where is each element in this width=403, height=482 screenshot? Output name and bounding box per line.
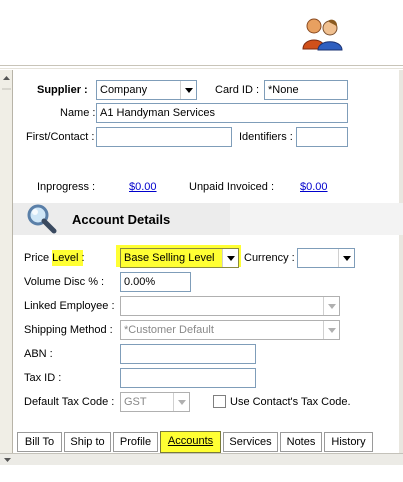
chevron-down-icon[interactable] bbox=[323, 297, 339, 315]
price-level-value: Base Selling Level bbox=[124, 252, 215, 264]
shipping-method-label: Shipping Method : bbox=[24, 324, 113, 336]
users-icon bbox=[300, 15, 348, 51]
shipping-method-select[interactable]: *Customer Default bbox=[120, 320, 340, 340]
first-contact-field[interactable] bbox=[96, 127, 232, 147]
use-contact-tax-checkbox[interactable] bbox=[213, 395, 226, 408]
use-contact-tax-label: Use Contact's Tax Code. bbox=[230, 396, 351, 408]
section-title: Account Details bbox=[72, 212, 171, 227]
tab-services[interactable]: Services bbox=[223, 432, 278, 452]
price-label-prefix: Price bbox=[24, 252, 53, 264]
tab-bill-to[interactable]: Bill To bbox=[17, 432, 62, 452]
default-tax-code-select[interactable]: GST bbox=[120, 392, 190, 412]
inprogress-link[interactable]: $0.00 bbox=[129, 181, 157, 193]
unpaid-invoiced-link[interactable]: $0.00 bbox=[300, 181, 328, 193]
abn-field[interactable] bbox=[120, 344, 256, 364]
price-label-suffix: : bbox=[78, 252, 85, 264]
chevron-down-icon[interactable] bbox=[323, 321, 339, 339]
volume-disc-value: 0.00% bbox=[124, 276, 156, 288]
footer bbox=[0, 465, 403, 482]
tab-notes[interactable]: Notes bbox=[280, 432, 322, 452]
header-divider bbox=[0, 65, 403, 66]
volume-disc-field[interactable]: 0.00% bbox=[120, 272, 191, 292]
vertical-scrollbar[interactable] bbox=[0, 70, 13, 464]
first-contact-label: First/Contact : bbox=[26, 131, 95, 143]
shipping-method-value: *Customer Default bbox=[124, 324, 214, 336]
scroll-up-arrow-icon[interactable] bbox=[2, 74, 11, 83]
tax-id-label: Tax ID : bbox=[24, 372, 62, 384]
tab-history[interactable]: History bbox=[324, 432, 373, 452]
linked-employee-select[interactable] bbox=[120, 296, 340, 316]
currency-select[interactable] bbox=[297, 248, 355, 268]
unpaid-invoiced-label: Unpaid Invoiced : bbox=[189, 181, 274, 193]
chevron-down-icon[interactable] bbox=[173, 393, 189, 411]
right-edge bbox=[399, 70, 403, 453]
card-id-field[interactable]: *None bbox=[264, 80, 348, 100]
scroll-track[interactable] bbox=[2, 88, 11, 90]
name-field[interactable]: A1 Handyman Services bbox=[96, 103, 348, 123]
inprogress-label: Inprogress : bbox=[37, 181, 96, 193]
tab-ship-to[interactable]: Ship to bbox=[64, 432, 111, 452]
currency-label: Currency : bbox=[244, 252, 295, 264]
name-label: Name : bbox=[60, 107, 96, 119]
chevron-down-icon[interactable] bbox=[338, 249, 354, 267]
card-id-label: Card ID : bbox=[215, 84, 260, 96]
chevron-down-icon[interactable] bbox=[222, 249, 238, 267]
section-header-band-fade bbox=[230, 203, 403, 235]
abn-label: ABN : bbox=[24, 348, 53, 360]
volume-disc-label: Volume Disc % : bbox=[24, 276, 105, 288]
magnifier-icon bbox=[26, 203, 58, 235]
header-divider-shadow bbox=[0, 68, 403, 69]
supplier-type-value: Company bbox=[100, 84, 148, 96]
linked-employee-label: Linked Employee : bbox=[24, 300, 115, 312]
tab-accounts[interactable]: Accounts bbox=[160, 431, 221, 453]
price-level-label: Price Level : bbox=[24, 252, 85, 264]
price-level-select[interactable]: Base Selling Level bbox=[120, 248, 239, 268]
chevron-down-icon[interactable] bbox=[180, 81, 196, 99]
price-label-highlight-text: Level bbox=[52, 252, 79, 264]
tab-profile[interactable]: Profile bbox=[113, 432, 158, 452]
horizontal-scrollbar[interactable] bbox=[0, 453, 403, 465]
tax-id-field[interactable] bbox=[120, 368, 256, 388]
supplier-type-select[interactable]: Company bbox=[96, 80, 197, 100]
identifiers-field[interactable] bbox=[296, 127, 348, 147]
default-tax-code-label: Default Tax Code : bbox=[24, 396, 115, 408]
identifiers-label: Identifiers : bbox=[239, 131, 293, 143]
name-value: A1 Handyman Services bbox=[100, 107, 215, 119]
card-id-value: *None bbox=[268, 84, 299, 96]
default-tax-code-value: GST bbox=[124, 396, 147, 408]
supplier-label: Supplier : bbox=[37, 84, 88, 96]
